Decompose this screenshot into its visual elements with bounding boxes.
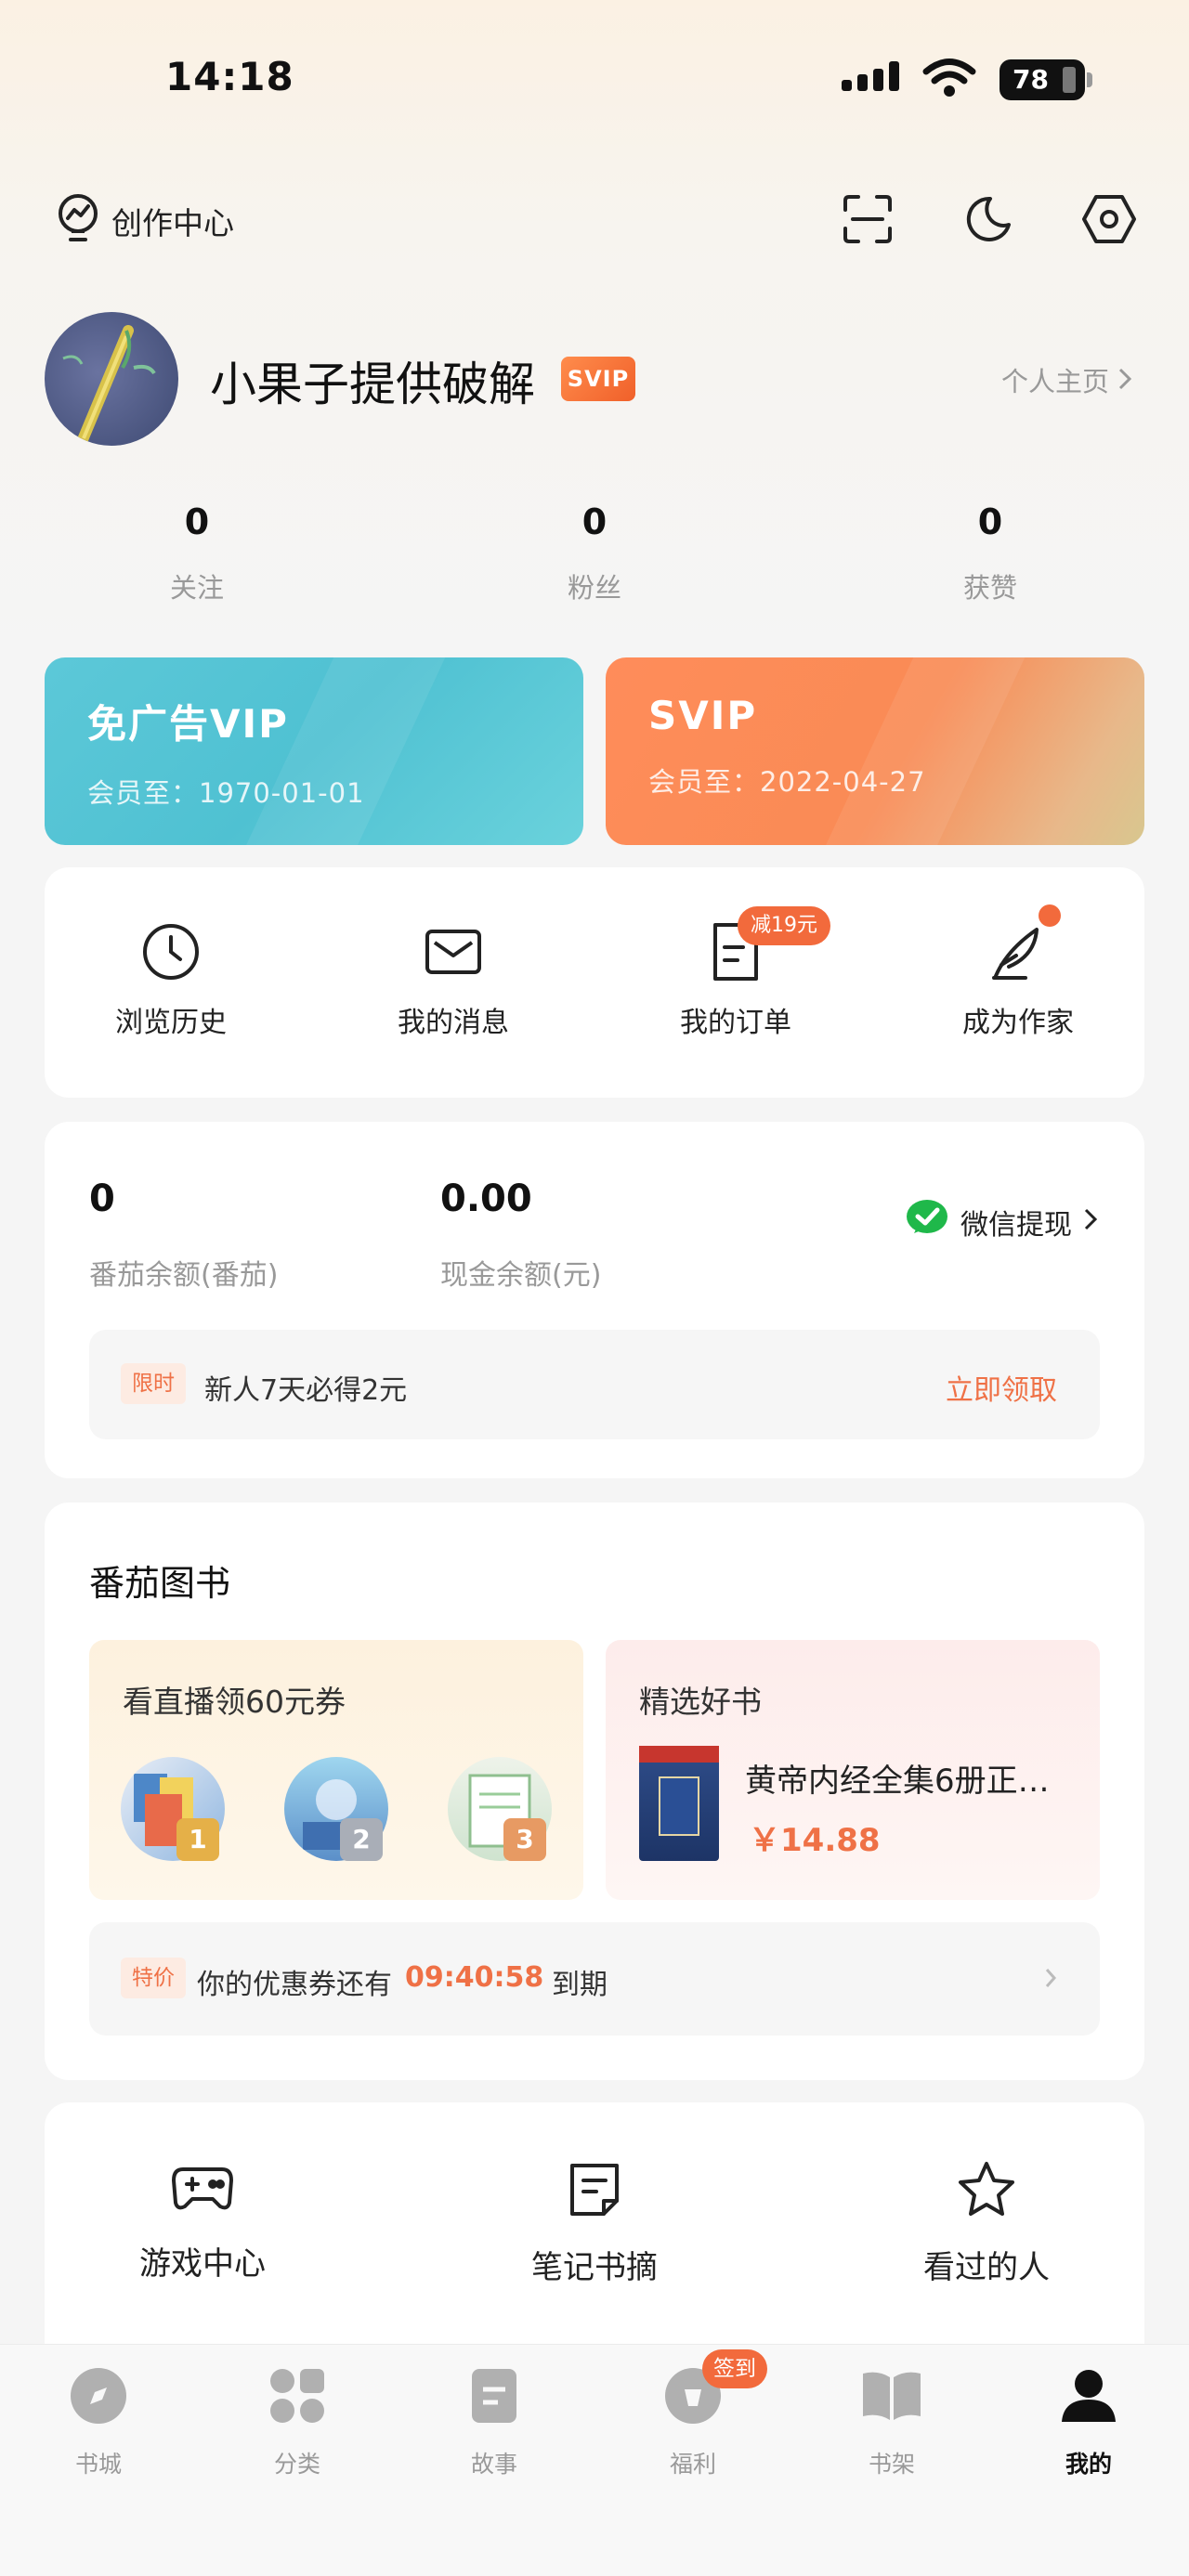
stat-label: 获赞 [962,572,1017,604]
star-icon [847,2160,1126,2223]
quick-action-label: 成为作家 [962,1007,1074,1039]
quick-action-label: 我的消息 [398,1007,509,1039]
notes-excerpts-button[interactable]: 笔记书摘 [455,2160,734,2287]
note-icon [455,2160,734,2223]
open-book-icon [827,2359,957,2433]
pick-card-title: 精选好书 [639,1684,762,1720]
coupon-text-suffix: 到期 [552,1969,608,2001]
stat-value: 0 [977,501,1003,542]
cash-balance-value: 0.00 [440,1177,532,1220]
bottom-tab-bar [0,2344,1189,2576]
live-card-title: 看直播领60元券 [123,1684,346,1720]
tab-label: 分类 [273,2451,320,2478]
personal-homepage-link[interactable]: 个人主页 [1001,360,1132,399]
document-icon [429,2359,559,2433]
game-center-button[interactable]: 游戏中心 [63,2160,342,2283]
quick-action-label: 浏览历史 [115,1007,227,1039]
tool-label: 笔记书摘 [531,2249,658,2286]
tab-label: 书架 [868,2451,915,2478]
rank-badge: 3 [503,1818,546,1861]
featured-book-price: ￥14.88 [749,1822,881,1859]
tomato-balance-label: 番茄余额(番茄) [89,1259,279,1292]
status-time: 14:18 [165,54,294,99]
stat-fans[interactable]: 0 粉丝 [474,501,715,605]
battery-indicator: 78 [1000,59,1085,100]
tab-label: 书城 [74,2451,122,2478]
check-in-badge: 签到 [702,2349,767,2388]
tab-mine[interactable]: 我的 [1024,2359,1154,2479]
stat-following[interactable]: 0 关注 [76,501,318,605]
quill-icon [907,919,1130,984]
card-shine [238,657,446,845]
chevron-right-icon [1083,1206,1098,1239]
tab-bookshelf[interactable]: 书架 [827,2359,957,2479]
tab-label: 我的 [1065,2451,1112,2478]
battery-cap [1087,72,1092,87]
featured-book-title: 黄帝内经全集6册正… [745,1763,1050,1800]
browse-history-button[interactable]: 浏览历史 [59,919,282,1040]
gamepad-icon [63,2160,342,2219]
svip-card[interactable]: SVIP 会员至：2022-04-27 [606,657,1144,845]
tab-label: 福利 [669,2451,716,2478]
tab-label: 故事 [470,2451,517,2478]
tab-stories[interactable]: 故事 [429,2359,559,2479]
withdraw-label: 微信提现 [960,1209,1072,1242]
stat-likes[interactable]: 0 获赞 [869,501,1111,605]
chevron-right-icon [1117,366,1132,397]
wechat-withdraw-button[interactable]: 微信提现 [905,1198,1098,1246]
coupon-countdown: 09:40:58 [405,1961,544,1994]
coupon-text-prefix: 你的优惠券还有 [197,1969,392,2001]
homepage-label: 个人主页 [1001,366,1110,397]
envelope-icon [342,919,565,984]
clock-icon [59,919,282,984]
cellular-signal-icon [842,61,899,91]
chevron-right-icon [1044,1967,1057,1993]
quick-action-label: 我的订单 [680,1007,791,1039]
rank-badge: 1 [176,1818,219,1861]
cash-balance-label: 现金余额(元) [440,1259,602,1292]
limited-time-tag: 限时 [121,1363,186,1404]
stat-value: 0 [184,501,210,542]
compass-icon [33,2359,163,2433]
creator-center-link[interactable]: 创作中心 [56,191,234,251]
viewed-by-button[interactable]: 看过的人 [847,2160,1126,2287]
tool-label: 看过的人 [923,2249,1050,2286]
stat-label: 关注 [169,572,224,604]
ad-free-vip-card[interactable]: 免广告VIP 会员至：1970-01-01 [45,657,583,845]
creator-center-label: 创作中心 [111,205,234,241]
book-cover[interactable] [639,1746,719,1861]
stat-value: 0 [581,501,608,542]
stat-label: 粉丝 [567,572,621,604]
username: 小果子提供破解 [210,358,535,411]
night-mode-moon-icon[interactable] [960,191,1016,247]
my-messages-button[interactable]: 我的消息 [342,919,565,1040]
promo-text: 新人7天必得2元 [204,1374,408,1407]
card-shine [817,657,1026,845]
rank-badge: 2 [340,1818,383,1861]
special-price-tag: 特价 [121,1958,186,1998]
person-icon [1024,2359,1154,2433]
vip-expiry: 会员至：2022-04-27 [648,766,926,798]
trend-bulb-icon [56,191,100,251]
avatar[interactable] [45,312,178,446]
wechat-icon [905,1198,949,1246]
settings-gear-icon[interactable] [1081,191,1137,247]
notification-dot [1039,904,1061,927]
scan-icon[interactable] [840,191,895,247]
order-discount-badge: 减19元 [738,906,830,945]
tool-label: 游戏中心 [139,2245,266,2283]
become-writer-button[interactable]: 成为作家 [907,919,1130,1040]
wifi-icon [922,58,976,102]
section-title: 番茄图书 [89,1563,231,1604]
tomato-balance-value: 0 [89,1177,115,1220]
category-grid-icon [232,2359,362,2433]
tab-bookstore[interactable]: 书城 [33,2359,163,2479]
tab-category[interactable]: 分类 [232,2359,362,2479]
svip-badge: SVIP [561,357,635,401]
claim-now-button[interactable]: 立即领取 [946,1367,1057,1408]
vip-expiry: 会员至：1970-01-01 [87,777,365,809]
